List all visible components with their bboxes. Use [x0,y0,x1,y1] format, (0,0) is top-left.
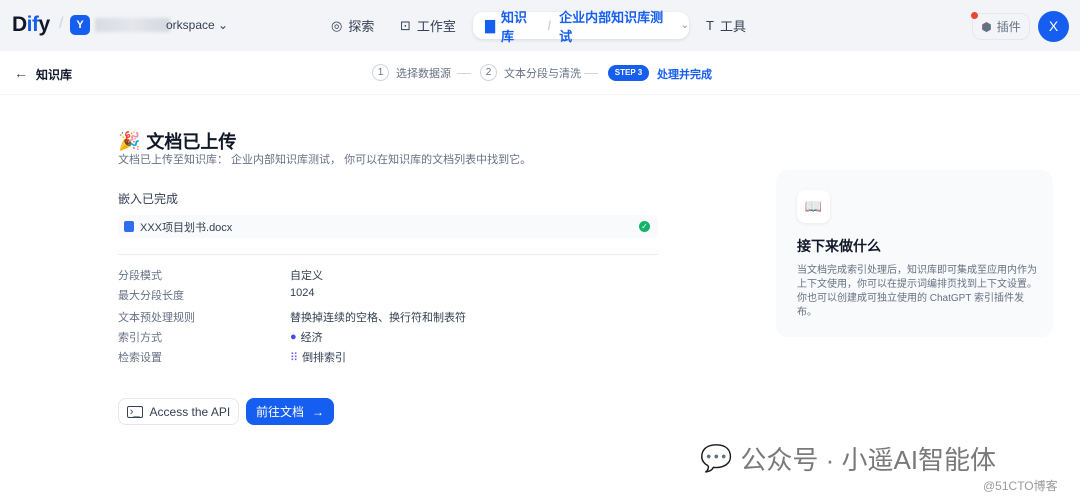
setting-label: 索引方式 [118,332,162,344]
hammer-icon: T [706,18,714,33]
step-divider [457,73,471,74]
nav-explore[interactable]: ◎ 探索 [331,12,374,39]
nav-studio[interactable]: ⊡ 工作室 [400,12,456,39]
setting-label: 分段模式 [118,270,162,282]
book-icon: ▇ [485,17,495,33]
compass-icon: ◎ [331,17,343,33]
grid-icon: ⠿ [290,351,299,364]
step-label: 文本分段与清洗 [504,67,581,80]
back-label[interactable]: 知识库 [36,66,72,83]
file-item: XXX项目划书.docx ✓ [118,215,658,238]
nav-studio-label: 工作室 [416,19,456,34]
piggy-bank-icon: ● [290,331,297,343]
top-nav: Dify / Y orkspace ⌄ ◎ 探索 ⊡ 工作室 ▇ 知识库 / 企业内… [0,0,1080,51]
cube-icon: ⬢ [981,19,992,34]
embed-status: 嵌入已完成 [118,192,179,206]
step-3-badge: STEP 3 [608,65,649,81]
setting-value: 自定义 [290,267,323,283]
workspace-avatar[interactable]: Y [70,15,90,35]
nav-knowledge[interactable]: ▇ 知识库 / 企业内部知识库测试 ⌄ [473,10,689,44]
setting-value-text: 经济 [300,332,323,344]
step-2: 2 文本分段与清洗 [480,64,581,81]
party-popper-icon: 🎉 [118,130,141,151]
divider [118,254,658,255]
chevron-down-icon: ⌄ [218,18,229,32]
setting-value-text: 1024 [290,287,315,299]
workspace-selector[interactable]: orkspace ⌄ [166,18,228,32]
setting-label: 最大分段长度 [118,290,184,302]
step-1: 1 选择数据源 [372,64,451,81]
card-text: 当文档完成索引处理后，知识库即可集成至应用内作为上下文使用，你可以在提示词编排页… [797,265,1037,318]
card-title: 接下来做什么 [797,238,881,254]
workspace-name-blurred [95,18,170,32]
next-steps-card: 📖 接下来做什么 当文档完成索引处理后，知识库即可集成至应用内作为上下文使用，你… [776,170,1053,337]
user-avatar[interactable]: X [1038,11,1069,42]
separator: / [547,18,552,33]
dataset-selector[interactable]: 企业内部知识库测试 [559,7,674,45]
wechat-icon: 💬 [700,443,733,473]
nav-knowledge-label: 知识库 [501,9,528,44]
nav-tools-label: 工具 [719,19,746,34]
chevron-down-icon: ⌄ [680,20,689,31]
setting-value: ⠿ 倒排索引 [290,349,346,365]
step-number: 1 [372,64,389,81]
watermark: 💬 公众号 · 小遥AI智能体 [700,440,996,477]
setting-label: 检索设置 [118,352,162,364]
plugins-label: 插件 [996,20,1021,34]
step-header: ← 知识库 1 选择数据源 2 文本分段与清洗 STEP 3 处理并完成 [0,51,1080,95]
setting-value: ● 经济 [290,329,323,345]
go-to-document-button[interactable]: 前往文档 → [246,398,334,425]
watermark-sub: @51CTO博客 [983,479,1058,493]
back-arrow-icon[interactable]: ← [14,65,28,81]
setting-value-text: 自定义 [290,270,323,282]
word-file-icon [124,221,134,232]
nav-explore-label: 探索 [348,19,375,34]
terminal-icon: ›_ [126,405,143,418]
file-name: XXX项目划书.docx [140,221,233,234]
go-to-document-label: 前往文档 [255,405,304,419]
dify-logo[interactable]: Dify [12,13,50,37]
access-api-button[interactable]: ›_ Access the API [118,398,239,425]
book-open-icon: 📖 [797,190,830,223]
access-api-label: Access the API [149,404,231,419]
check-circle-icon: ✓ [639,221,650,232]
step-label: 选择数据源 [396,67,451,80]
setting-value-text: 倒排索引 [302,352,347,364]
arrow-right-icon: → [312,404,324,419]
setting-value: 替换掉连续的空格、换行符和制表符 [290,309,466,325]
nav-tools[interactable]: T 工具 [706,12,746,39]
step-number: 2 [480,64,497,81]
separator: / [59,15,64,32]
step-divider [584,73,598,74]
robot-icon: ⊡ [400,17,411,33]
watermark-text: 公众号 · 小遥AI智能体 [740,445,997,475]
step-3-label: 处理并完成 [657,69,712,81]
setting-value: 1024 [290,287,314,299]
plugins-button[interactable]: ⬢ 插件 [972,13,1030,40]
workspace-name: orkspace [166,18,215,32]
upload-description: 文档已上传至知识库： 企业内部知识库测试， 你可以在知识库的文档列表中找到它。 [118,154,532,166]
setting-value-text: 替换掉连续的空格、换行符和制表符 [290,312,466,324]
notification-dot [971,12,978,19]
setting-label: 文本预处理规则 [118,312,195,324]
